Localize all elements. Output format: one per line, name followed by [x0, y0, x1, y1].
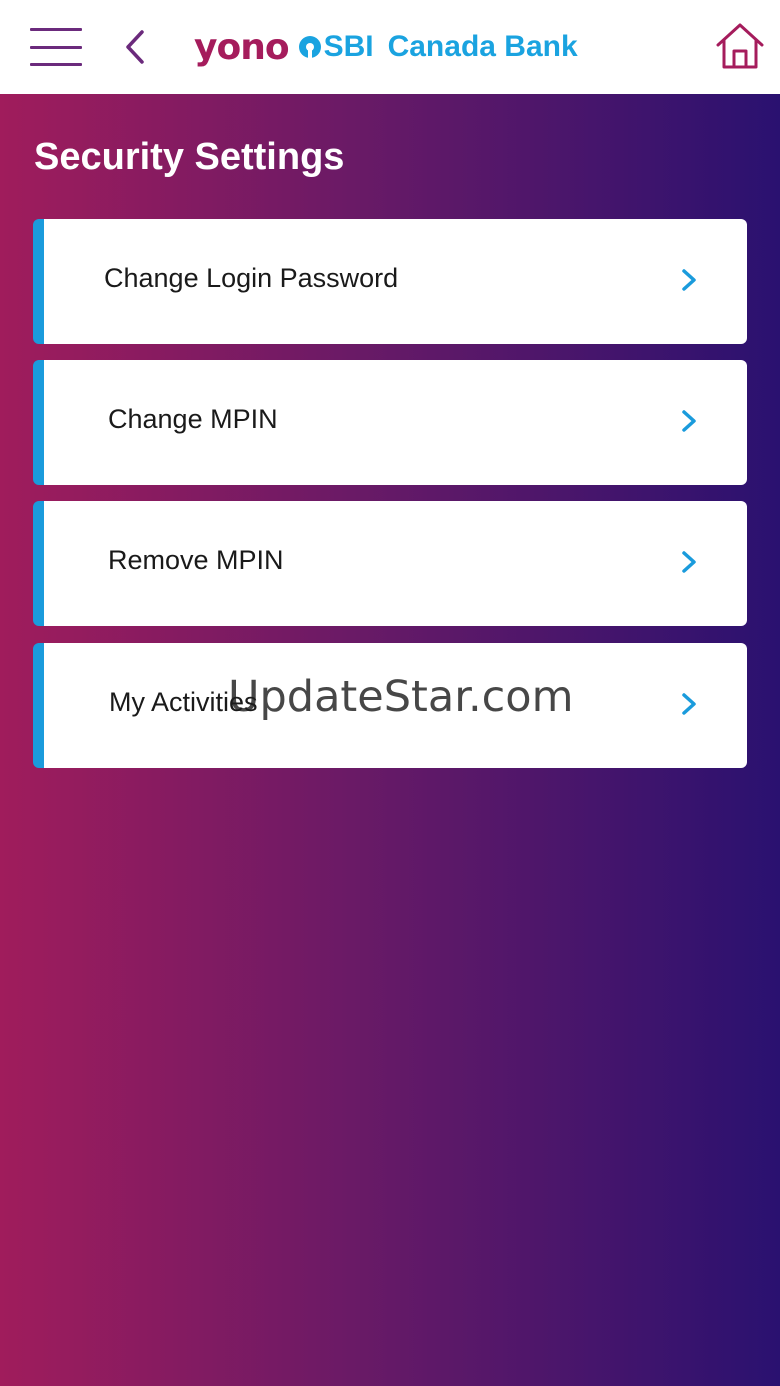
- menu-item-change-mpin[interactable]: Change MPIN: [33, 360, 747, 485]
- menu-item-remove-mpin[interactable]: Remove MPIN: [33, 501, 747, 626]
- menu-item-change-login-password[interactable]: Change Login Password: [33, 219, 747, 344]
- chevron-right-icon: [682, 551, 696, 573]
- app-header: yono SBI Canada Bank: [0, 0, 780, 94]
- menu-item-label: Change MPIN: [108, 404, 278, 434]
- sbi-logo-icon: [298, 36, 321, 58]
- hamburger-menu-icon[interactable]: [30, 28, 82, 66]
- page-title: Security Settings: [34, 136, 345, 178]
- logo-bank-text: Canada Bank: [387, 30, 578, 63]
- chevron-right-icon: [682, 693, 696, 715]
- menu-item-label: Remove MPIN: [108, 545, 284, 575]
- chevron-right-icon: [682, 410, 696, 432]
- home-icon: [716, 23, 764, 69]
- home-button[interactable]: [714, 22, 766, 70]
- back-button[interactable]: [120, 26, 150, 68]
- logo-sbi-text: SBI: [323, 30, 374, 63]
- watermark-text: UpdateStar.com: [228, 672, 574, 722]
- chevron-right-icon: [682, 269, 696, 291]
- yono-sbi-logo: yono SBI Canada Bank: [194, 24, 578, 70]
- menu-item-label: Change Login Password: [104, 263, 399, 293]
- logo-yono-text: yono: [194, 26, 290, 68]
- chevron-left-icon: [126, 30, 144, 64]
